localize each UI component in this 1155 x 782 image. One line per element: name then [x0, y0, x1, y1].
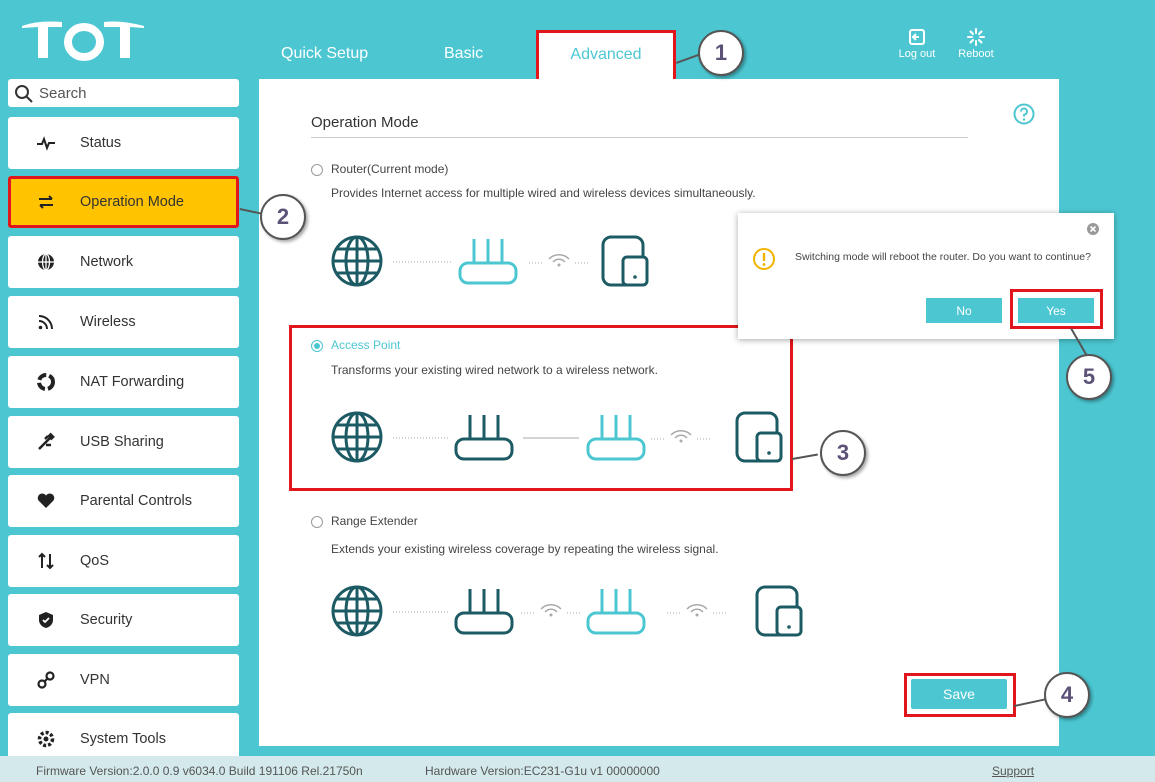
footer: Firmware Version:2.0.0 0.9 v6034.0 Build…: [0, 756, 1155, 782]
sidebar-item-operation-mode[interactable]: Operation Mode: [8, 176, 239, 228]
callout-4: 4: [1044, 672, 1090, 718]
sidebar-item-vpn[interactable]: VPN: [8, 654, 239, 706]
sidebar-item-status[interactable]: Status: [8, 117, 239, 169]
access-point-highlight: [289, 325, 793, 491]
globe-icon: [38, 253, 54, 271]
updown-arrows-icon: [38, 552, 54, 570]
warning-icon: [753, 248, 775, 270]
dotted-connector: [393, 261, 451, 263]
main-router-icon: [454, 589, 514, 635]
sidebar-item-parental-controls[interactable]: Parental Controls: [8, 475, 239, 527]
yes-highlight: [1010, 289, 1103, 329]
sidebar-item-label: NAT Forwarding: [80, 374, 185, 390]
sidebar-item-label: Status: [80, 135, 122, 151]
search-icon: [15, 85, 33, 103]
sidebar-item-label: Operation Mode: [80, 194, 184, 210]
callout-2: 2: [260, 194, 306, 240]
reboot-icon: [967, 28, 985, 46]
wifi-icon: [521, 604, 581, 617]
tab-quick-setup[interactable]: Quick Setup: [281, 45, 368, 63]
help-icon[interactable]: [1013, 103, 1035, 125]
sidebar-item-label: Security: [80, 612, 133, 628]
sidebar-item-usb-sharing[interactable]: USB Sharing: [8, 416, 239, 468]
wifi-icon: [667, 604, 727, 617]
main-panel: Operation Mode Router(Current mode) Prov…: [259, 79, 1059, 746]
callout-1: 1: [698, 30, 744, 76]
tot-logo: [22, 21, 144, 61]
globe-icon: [331, 585, 383, 637]
title-divider: [311, 137, 968, 138]
range-extender-diagram: [329, 581, 829, 645]
sidebar-item-label: USB Sharing: [80, 434, 164, 450]
heart-icon: [37, 493, 55, 508]
extender-router-icon: [586, 589, 646, 635]
no-button[interactable]: No: [926, 298, 1002, 323]
usb-icon: [38, 432, 55, 450]
search-placeholder: Search: [39, 85, 87, 102]
range-extender-radio[interactable]: [311, 516, 323, 528]
tab-basic[interactable]: Basic: [444, 45, 483, 63]
pulse-icon: [37, 136, 55, 151]
router-mode-radio[interactable]: [311, 164, 323, 176]
router-mode-label: Router(Current mode): [331, 162, 449, 176]
reboot-button[interactable]: Reboot: [951, 28, 1001, 60]
globe-icon: [331, 235, 383, 287]
nat-icon: [37, 373, 55, 391]
dotted-connector: [393, 611, 449, 613]
logout-label: Log out: [898, 48, 936, 60]
dialog-message: Switching mode will reboot the router. D…: [795, 251, 1091, 263]
range-extender-label: Range Extender: [331, 514, 418, 528]
router-icon: [458, 239, 518, 285]
callout-5: 5: [1066, 354, 1112, 400]
callout-3: 3: [820, 430, 866, 476]
firmware-version: Firmware Version:2.0.0 0.9 v6034.0 Build…: [36, 764, 363, 778]
sidebar-item-label: Parental Controls: [80, 493, 193, 509]
swap-arrows-icon: [39, 195, 53, 209]
sidebar-item-label: QoS: [80, 553, 110, 569]
wifi-icon: [38, 315, 53, 330]
device-icon: [755, 585, 803, 637]
wifi-icon: [529, 254, 589, 267]
logout-icon: [909, 29, 925, 45]
sidebar-item-label: System Tools: [80, 731, 166, 747]
tab-advanced-label: Advanced: [570, 46, 642, 63]
hardware-version: Hardware Version:EC231-G1u v1 00000000: [425, 764, 660, 778]
router-mode-description: Provides Internet access for multiple wi…: [331, 186, 756, 200]
page-title: Operation Mode: [311, 114, 419, 131]
sidebar-item-nat-forwarding[interactable]: NAT Forwarding: [8, 356, 239, 408]
device-icon: [601, 235, 649, 287]
sidebar-item-qos[interactable]: QoS: [8, 535, 239, 587]
link-icon: [37, 671, 55, 689]
sidebar-item-label: Wireless: [80, 314, 136, 330]
search-input[interactable]: Search: [8, 79, 239, 107]
reboot-label: Reboot: [958, 48, 994, 60]
sidebar-item-wireless[interactable]: Wireless: [8, 296, 239, 348]
support-link[interactable]: Support: [992, 764, 1034, 778]
gear-icon: [37, 730, 55, 748]
save-button[interactable]: Save: [911, 679, 1007, 709]
shield-icon: [39, 612, 53, 628]
sidebar-item-security[interactable]: Security: [8, 594, 239, 646]
sidebar-item-label: Network: [80, 254, 134, 270]
sidebar-item-label: VPN: [80, 672, 110, 688]
logout-button[interactable]: Log out: [892, 28, 942, 60]
sidebar-item-network[interactable]: Network: [8, 236, 239, 288]
close-icon[interactable]: [1086, 222, 1100, 236]
range-extender-description: Extends your existing wireless coverage …: [331, 542, 719, 556]
